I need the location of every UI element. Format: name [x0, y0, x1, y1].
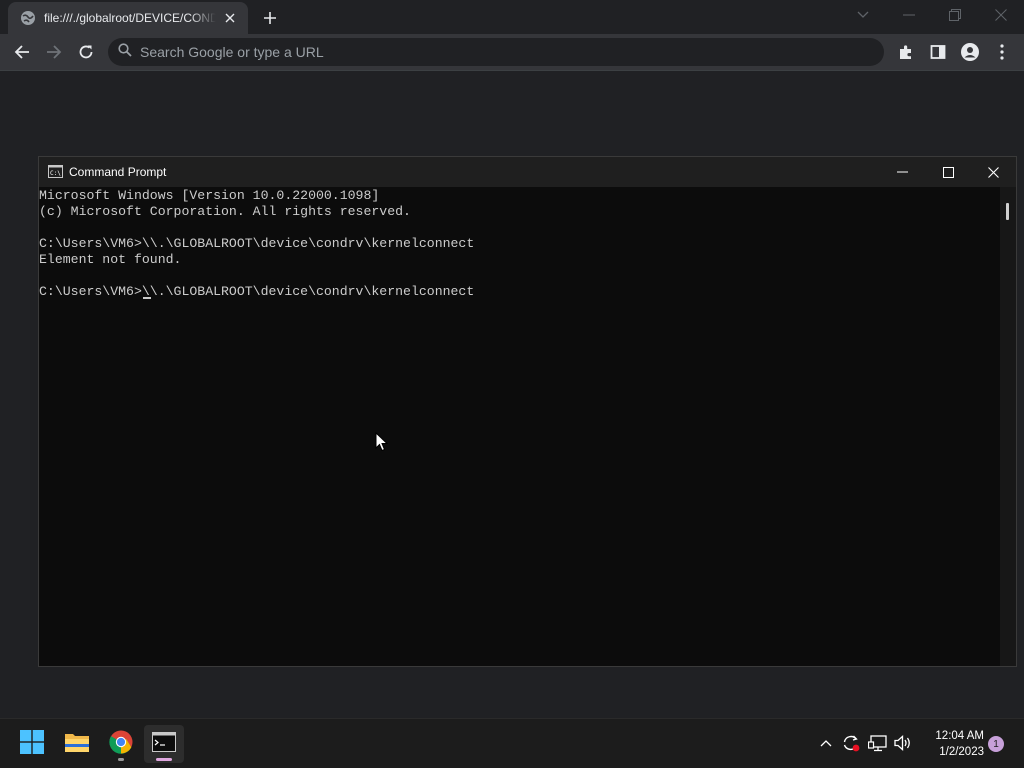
active-indicator	[156, 758, 172, 761]
cmd-close-icon[interactable]	[970, 157, 1016, 187]
svg-text:C:\: C:\	[50, 170, 61, 177]
text-cursor	[143, 297, 151, 299]
cmd-window-title: Command Prompt	[69, 165, 167, 179]
volume-icon[interactable]	[892, 731, 914, 755]
toolbar-divider	[0, 70, 1024, 71]
console-output[interactable]: Microsoft Windows [Version 10.0.22000.10…	[39, 187, 1000, 666]
start-button[interactable]	[12, 725, 52, 763]
minimize-icon[interactable]	[886, 0, 932, 30]
search-icon	[118, 42, 132, 62]
tab-title: file:///./globalroot/DEVICE/CONDRV/KERNE…	[44, 11, 216, 25]
side-panel-icon[interactable]	[924, 38, 952, 66]
browser-tab[interactable]: file:///./globalroot/DEVICE/CONDRV/KERNE…	[8, 2, 248, 34]
tab-close-icon[interactable]	[222, 10, 238, 26]
running-indicator	[118, 758, 124, 761]
globe-icon	[20, 10, 36, 26]
command-prompt-taskbar-button[interactable]	[144, 725, 184, 763]
cmd-scrollbar[interactable]	[1000, 187, 1016, 666]
clock-time: 12:04 AM	[935, 730, 984, 742]
new-tab-button[interactable]	[258, 6, 282, 30]
browser-tab-strip: file:///./globalroot/DEVICE/CONDRV/KERNE…	[0, 0, 1024, 34]
console-line: Element not found.	[39, 252, 182, 267]
console-line: C:\Users\VM6>\\.\GLOBALROOT\device\condr…	[39, 236, 475, 251]
cmd-maximize-icon[interactable]	[925, 157, 971, 187]
taskbar: 12:04 AM 1/2/2023 1	[0, 718, 1024, 768]
close-window-icon[interactable]	[978, 0, 1024, 30]
windows-start-icon	[20, 729, 44, 759]
chevron-up-icon[interactable]	[815, 731, 837, 755]
omnibox[interactable]	[108, 38, 884, 66]
cmd-app-icon: C:\	[48, 165, 63, 178]
console-line: (c) Microsoft Corporation. All rights re…	[39, 204, 411, 219]
folder-icon	[64, 731, 90, 758]
profile-icon[interactable]	[956, 38, 984, 66]
terminal-icon	[152, 731, 176, 757]
tab-search-icon[interactable]	[840, 0, 886, 30]
cmd-titlebar[interactable]: C:\ Command Prompt	[39, 157, 1016, 187]
network-icon[interactable]	[867, 731, 889, 755]
extensions-puzzle-icon[interactable]	[892, 38, 920, 66]
browser-toolbar	[0, 34, 1024, 70]
address-input[interactable]	[140, 44, 840, 60]
command-prompt-window[interactable]: C:\ Command Prompt Microsoft Windows [Ve…	[38, 156, 1017, 667]
console-line: Microsoft Windows [Version 10.0.22000.10…	[39, 188, 380, 203]
clock-date: 1/2/2023	[939, 746, 984, 758]
sync-alert-icon[interactable]	[840, 731, 862, 755]
back-arrow-icon[interactable]	[8, 38, 36, 66]
chrome-icon	[109, 730, 133, 759]
restore-icon[interactable]	[932, 0, 978, 30]
menu-kebab-icon[interactable]	[988, 38, 1016, 66]
clock[interactable]: 12:04 AM 1/2/2023	[918, 728, 984, 760]
forward-arrow-icon[interactable]	[40, 38, 68, 66]
file-explorer-button[interactable]	[57, 725, 97, 763]
scroll-thumb[interactable]	[1006, 203, 1009, 220]
mouse-pointer-icon	[375, 431, 389, 452]
console-input-line[interactable]: C:\Users\VM6>\\.\GLOBALROOT\device\condr…	[39, 284, 1000, 300]
cmd-minimize-icon[interactable]	[879, 157, 925, 187]
notification-badge[interactable]: 1	[988, 736, 1004, 752]
reload-icon[interactable]	[72, 38, 100, 66]
chrome-button[interactable]	[101, 725, 141, 763]
